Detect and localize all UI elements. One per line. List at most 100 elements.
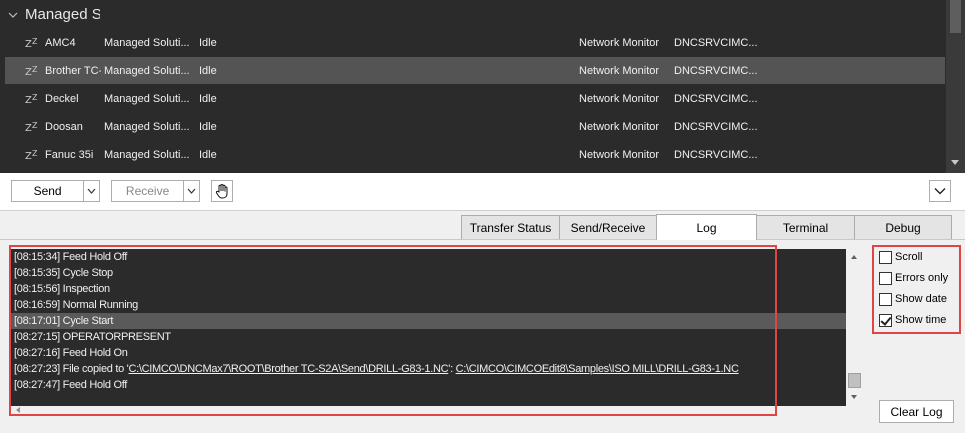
log-line[interactable]: [08:27:16] Feed Hold On xyxy=(10,345,846,361)
log-line[interactable]: [08:15:34] Feed Hold Off xyxy=(10,249,846,265)
send-button[interactable]: Send xyxy=(12,181,85,201)
machine-name: Fanuc 35i xyxy=(45,148,94,161)
log-line[interactable]: [08:27:15] OPERATORPRESENT xyxy=(10,329,846,345)
machine-list-scrollbar[interactable] xyxy=(946,0,965,173)
machine-server: DNCSRVCIMC... xyxy=(674,120,758,133)
chevron-down-icon[interactable] xyxy=(8,10,18,20)
machine-monitor: Network Monitor xyxy=(579,64,660,77)
log-line[interactable]: [08:15:56] Inspection xyxy=(10,281,846,297)
scroll-checkbox[interactable]: Scroll xyxy=(879,249,923,265)
machine-server: DNCSRVCIMC... xyxy=(674,92,758,105)
checkbox-box[interactable] xyxy=(879,313,892,327)
scroll-down-icon[interactable] xyxy=(851,395,857,399)
tab-transfer-status[interactable]: Transfer Status xyxy=(461,215,560,240)
machine-list: Managed S ZZ AMC4 Managed Soluti... Idle… xyxy=(0,0,965,173)
machine-monitor: Network Monitor xyxy=(579,36,660,49)
machine-name: Doosan xyxy=(45,120,83,133)
tab-debug[interactable]: Debug xyxy=(854,215,952,240)
scrollbar-thumb[interactable] xyxy=(950,0,961,33)
svg-text:Z: Z xyxy=(25,151,32,161)
machine-server: DNCSRVCIMC... xyxy=(674,36,758,49)
sleep-icon: ZZ xyxy=(25,121,38,133)
show-time-label: Show time xyxy=(895,314,947,326)
machine-state: Idle xyxy=(199,64,217,77)
group-title: Managed S xyxy=(25,6,100,23)
svg-text:Z: Z xyxy=(25,39,32,49)
log-line-file-copied[interactable]: [08:27:23] File copied to 'C:\CIMCO\DNCM… xyxy=(10,361,846,377)
scrollbar-thumb[interactable] xyxy=(848,373,861,388)
machine-row[interactable]: ZZ Fanuc 35i Managed Soluti... Idle Netw… xyxy=(5,141,945,168)
svg-text:Z: Z xyxy=(32,121,38,130)
log-copy-separator: ': xyxy=(448,363,456,375)
send-dropdown[interactable] xyxy=(84,181,99,201)
scroll-left-icon[interactable] xyxy=(16,407,20,413)
sleep-icon: ZZ xyxy=(25,65,38,77)
machine-group: Managed Soluti... xyxy=(104,36,190,49)
errors-only-checkbox[interactable]: Errors only xyxy=(879,270,948,286)
hand-icon xyxy=(215,183,228,198)
receive-button[interactable]: Receive xyxy=(112,181,185,201)
machine-name: Deckel xyxy=(45,92,79,105)
machine-group: Managed Soluti... xyxy=(104,64,190,77)
machine-group: Managed Soluti... xyxy=(104,148,190,161)
machine-row[interactable]: ZZ Deckel Managed Soluti... Idle Network… xyxy=(5,85,945,112)
log-scrollbar[interactable] xyxy=(846,249,863,406)
checkbox-box[interactable] xyxy=(879,250,892,264)
log-line[interactable]: [08:15:35] Cycle Stop xyxy=(10,265,846,281)
tab-bar: Transfer Status Send/Receive Log Termina… xyxy=(461,214,952,240)
log-destination-path-link[interactable]: C:\CIMCO\CIMCOEdit8\Samples\ISO MILL\DRI… xyxy=(456,363,739,375)
chevron-down-icon xyxy=(87,188,96,194)
svg-text:Z: Z xyxy=(25,95,32,105)
tab-terminal[interactable]: Terminal xyxy=(756,215,855,240)
checkbox-box[interactable] xyxy=(879,271,892,285)
machine-monitor: Network Monitor xyxy=(579,148,660,161)
chevron-down-icon xyxy=(187,188,196,194)
errors-only-label: Errors only xyxy=(895,272,949,284)
log-line[interactable]: [08:17:01] Cycle Start xyxy=(10,313,846,329)
sleep-icon: ZZ xyxy=(25,37,38,49)
log-source-path-link[interactable]: C:\CIMCO\DNCMax7\ROOT\Brother TC-S2A\Sen… xyxy=(128,363,448,375)
clear-log-button[interactable]: Clear Log xyxy=(879,400,954,423)
machine-group: Managed Soluti... xyxy=(104,92,190,105)
machine-row[interactable]: ZZ Doosan Managed Soluti... Idle Network… xyxy=(5,113,945,140)
expand-button[interactable] xyxy=(929,180,951,202)
group-header[interactable]: Managed S xyxy=(0,0,946,29)
sleep-icon: ZZ xyxy=(25,149,38,161)
show-time-checkbox[interactable]: Show time xyxy=(879,312,946,328)
svg-text:Z: Z xyxy=(25,67,32,77)
checkbox-box[interactable] xyxy=(879,292,892,306)
log-line[interactable]: [08:16:59] Normal Running xyxy=(10,297,846,313)
show-date-checkbox[interactable]: Show date xyxy=(879,291,947,307)
log-line[interactable]: [08:27:47] Feed Hold Off xyxy=(10,377,846,393)
log-view[interactable]: [08:15:34] Feed Hold Off [08:15:35] Cycl… xyxy=(10,249,846,406)
machine-state: Idle xyxy=(199,92,217,105)
tab-log[interactable]: Log xyxy=(656,214,757,240)
machine-name: Brother TC- xyxy=(45,64,101,77)
tab-send-receive[interactable]: Send/Receive xyxy=(559,215,657,240)
machine-state: Idle xyxy=(199,120,217,133)
machine-server: DNCSRVCIMC... xyxy=(674,64,758,77)
svg-text:Z: Z xyxy=(32,93,38,102)
svg-text:Z: Z xyxy=(32,37,38,46)
machine-name: AMC4 xyxy=(45,36,76,49)
machine-row[interactable]: ZZ Brother TC- Managed Soluti... Idle Ne… xyxy=(5,57,945,84)
scroll-up-icon[interactable] xyxy=(851,255,857,259)
scroll-label: Scroll xyxy=(895,251,923,263)
receive-dropdown[interactable] xyxy=(184,181,199,201)
log-copy-prefix: [08:27:23] File copied to ' xyxy=(14,363,129,375)
chevron-down-icon xyxy=(934,188,946,195)
machine-server: DNCSRVCIMC... xyxy=(674,148,758,161)
machine-monitor: Network Monitor xyxy=(579,92,660,105)
receive-split-button[interactable]: Receive xyxy=(111,180,200,202)
machine-state: Idle xyxy=(199,36,217,49)
send-split-button[interactable]: Send xyxy=(11,180,100,202)
machine-row[interactable]: ZZ AMC4 Managed Soluti... Idle Network M… xyxy=(5,29,945,56)
machine-group: Managed Soluti... xyxy=(104,120,190,133)
machine-monitor: Network Monitor xyxy=(579,120,660,133)
hand-button[interactable] xyxy=(211,180,233,202)
svg-text:Z: Z xyxy=(32,149,38,158)
machine-state: Idle xyxy=(199,148,217,161)
svg-text:Z: Z xyxy=(32,65,38,74)
show-date-label: Show date xyxy=(895,293,947,305)
scroll-down-icon[interactable] xyxy=(951,160,959,165)
